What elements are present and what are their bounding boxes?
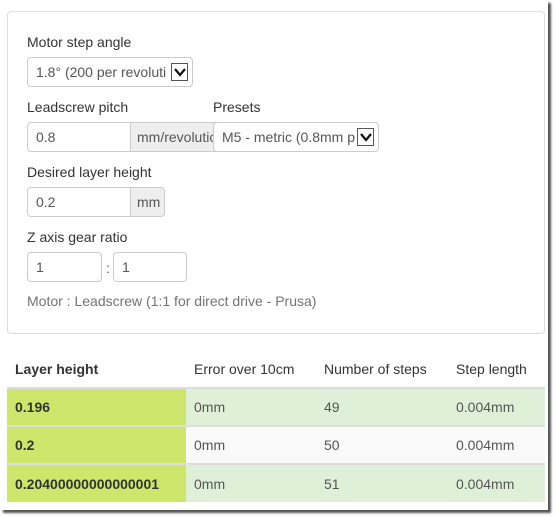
cell-steps: 51 [316,463,448,502]
cell-step-length: 0.004mm [448,463,545,502]
table-row: 0.196 0mm 49 0.004mm [7,387,545,426]
presets-select[interactable]: M5 - metric (0.8mm p [213,122,379,152]
cell-error: 0mm [186,387,316,426]
header-layer-height: Layer height [15,360,99,377]
results-table: Layer height Error over 10cm Number of s… [7,350,545,502]
cell-steps: 49 [316,387,448,426]
layer-height-label: Desired layer height [27,164,152,180]
motor-step-angle-select[interactable]: 1.8° (200 per revoluti [27,57,193,87]
motor-step-angle-label: Motor step angle [27,34,132,50]
presets-label: Presets [213,99,261,115]
cell-step-length: 0.004mm [448,425,545,464]
header-steps: Number of steps [324,360,427,377]
settings-panel: Motor step angle 1.8° (200 per revoluti … [7,11,545,334]
cell-error: 0mm [186,463,316,502]
cell-error: 0mm [186,425,316,464]
cell-steps: 50 [316,425,448,464]
leadscrew-pitch-unit: mm/revolutic [130,122,216,152]
leadscrew-pitch-input[interactable]: 0.8 [27,122,131,152]
presets-value: M5 - metric (0.8mm p [222,129,356,145]
leadscrew-pitch-label: Leadscrew pitch [27,99,129,115]
gear-ratio-label: Z axis gear ratio [27,229,128,245]
chevron-down-icon[interactable] [171,63,188,81]
layer-height-input[interactable]: 0.2 [27,187,131,217]
gear-ratio-leadscrew-input[interactable]: 1 [113,252,187,282]
table-header: Layer height Error over 10cm Number of s… [7,350,545,388]
layer-height-unit: mm [130,187,165,217]
cell-step-length: 0.004mm [448,387,545,426]
chevron-down-icon[interactable] [357,128,374,146]
header-step-length: Step length [456,360,527,377]
cell-layer-height: 0.196 [7,387,186,426]
motor-step-angle-value: 1.8° (200 per revoluti [36,64,167,80]
header-error: Error over 10cm [194,360,295,377]
gear-ratio-separator: : [106,260,110,276]
gear-ratio-motor-input[interactable]: 1 [27,252,102,282]
cell-layer-height: 0.20400000000000001 [7,463,186,502]
table-row: 0.20400000000000001 0mm 51 0.004mm [7,463,545,502]
cell-layer-height: 0.2 [7,425,186,464]
gear-ratio-help: Motor : Leadscrew (1:1 for direct drive … [27,293,317,309]
table-row: 0.2 0mm 50 0.004mm [7,425,545,464]
page: Motor step angle 1.8° (200 per revoluti … [0,0,548,510]
